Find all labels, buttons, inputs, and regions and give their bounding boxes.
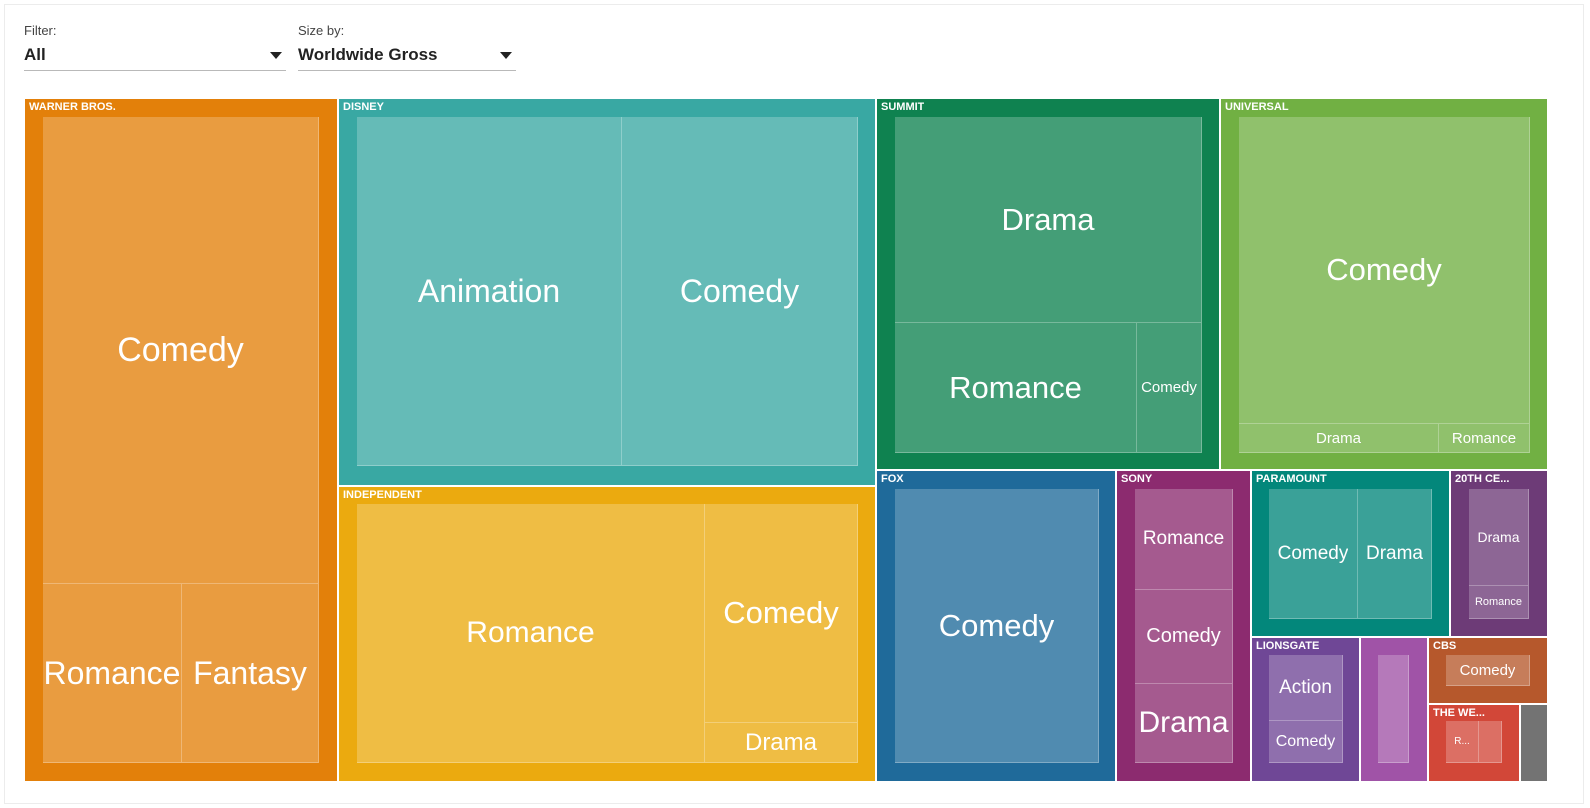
treemap-cell-romance[interactable]: Romance xyxy=(357,504,705,763)
treemap-cell-unlabeled[interactable] xyxy=(1378,655,1409,763)
treemap-cell-label: Drama xyxy=(744,728,817,756)
treemap-cell-comedy[interactable]: Comedy xyxy=(1137,323,1202,453)
treemap-cell-label: Comedy xyxy=(679,272,800,309)
treemap-cell-comedy[interactable]: Comedy xyxy=(1269,721,1343,763)
treemap-cell-label: Romance xyxy=(1451,429,1517,447)
size-by-dropdown[interactable]: Worldwide Gross xyxy=(298,44,516,71)
treemap-cell-comedy[interactable]: Comedy xyxy=(1239,117,1530,424)
treemap-cell-drama[interactable]: Drama xyxy=(1358,489,1432,619)
chevron-down-icon xyxy=(500,52,512,59)
treemap-cell-label: Comedy xyxy=(117,330,244,369)
treemap-cell-romance[interactable]: Romance xyxy=(895,323,1137,453)
filter-label: Filter: xyxy=(24,23,57,38)
treemap-group-label: PARAMOUNT xyxy=(1256,473,1327,485)
treemap-cell-label: Comedy xyxy=(1459,661,1516,679)
treemap-cell-label: Comedy xyxy=(1277,542,1349,564)
treemap-cell-label: Comedy xyxy=(938,607,1055,643)
treemap-group-label: UNIVERSAL xyxy=(1225,101,1289,113)
treemap-cell-romance[interactable]: Romance xyxy=(1135,489,1233,590)
treemap-cell-comedy[interactable]: Comedy xyxy=(43,117,319,584)
treemap-cell-label: Romance xyxy=(43,654,181,691)
treemap-group-label: CBS xyxy=(1433,640,1457,652)
treemap-group-label: WARNER BROS. xyxy=(29,101,116,113)
treemap-group-label: SUMMIT xyxy=(881,101,925,113)
treemap-cell-label: Drama xyxy=(1365,542,1423,564)
treemap-cell-drama[interactable]: Drama xyxy=(895,117,1202,323)
treemap-group-cbs[interactable]: CBS Comedy xyxy=(1428,637,1548,704)
treemap-group-the-we[interactable]: THE WE... R... xyxy=(1428,704,1520,782)
treemap-group-label: DISNEY xyxy=(343,101,384,113)
treemap-group-disney[interactable]: DISNEY Animation Comedy xyxy=(338,98,876,486)
treemap-group-summit[interactable]: SUMMIT Drama Romance Comedy xyxy=(876,98,1220,470)
filter-value: All xyxy=(24,45,46,64)
treemap-cell-r[interactable]: R... xyxy=(1446,721,1479,763)
treemap-cell-action[interactable]: Action xyxy=(1269,655,1343,721)
treemap-cell-label: Romance xyxy=(949,369,1082,405)
treemap-cell-label: Fantasy xyxy=(193,654,307,691)
treemap-cell-animation[interactable]: Animation xyxy=(357,117,622,466)
treemap-cell-romance[interactable]: Romance xyxy=(1439,424,1530,453)
treemap-cell-romance[interactable]: Romance xyxy=(43,584,182,763)
treemap-cell-label: Comedy xyxy=(1146,625,1221,647)
treemap-group-unlabeled[interactable] xyxy=(1520,704,1548,782)
treemap-cell-comedy[interactable]: Comedy xyxy=(1269,489,1358,619)
treemap-group-lionsgate[interactable]: LIONSGATE Action Comedy xyxy=(1251,637,1360,782)
treemap-cell-label: Romance xyxy=(1142,528,1225,549)
treemap-cell-comedy[interactable]: Comedy xyxy=(622,117,858,466)
treemap-group-20th-ce[interactable]: 20TH CE... Drama Romance xyxy=(1450,470,1548,637)
treemap-cell-fantasy[interactable]: Fantasy xyxy=(182,584,319,763)
treemap-cell-label: Drama xyxy=(1477,529,1520,545)
size-by-control: Size by: Worldwide Gross xyxy=(298,22,516,71)
treemap-group-universal[interactable]: UNIVERSAL Comedy Drama Romance xyxy=(1220,98,1548,470)
treemap-cell-label: Drama xyxy=(1315,429,1361,447)
treemap-group-label: LIONSGATE xyxy=(1256,640,1320,652)
treemap-group-unlabeled[interactable] xyxy=(1360,637,1428,782)
treemap-cell-comedy[interactable]: Comedy xyxy=(895,489,1099,763)
treemap-group-independent[interactable]: INDEPENDENT Romance Comedy Drama xyxy=(338,486,876,782)
treemap-cell-label: R... xyxy=(1454,736,1470,747)
treemap-cell-label: Comedy xyxy=(723,595,839,630)
treemap-cell-unlabeled[interactable] xyxy=(1479,721,1502,763)
treemap-group-label: THE WE... xyxy=(1433,707,1485,719)
treemap-cell-romance[interactable]: Romance xyxy=(1469,586,1529,619)
treemap-group-sony[interactable]: SONY Romance Comedy Drama xyxy=(1116,470,1251,782)
treemap-cell-label: Animation xyxy=(417,272,561,309)
treemap-cell-label: Comedy xyxy=(1141,379,1197,396)
treemap-group-label: FOX xyxy=(881,473,904,485)
treemap-group-fox[interactable]: FOX Comedy xyxy=(876,470,1116,782)
size-by-label: Size by: xyxy=(298,23,345,38)
filter-control: Filter: All xyxy=(24,22,286,71)
treemap-cell-drama[interactable]: Drama xyxy=(1469,489,1529,586)
treemap-cell-label: Comedy xyxy=(1275,732,1336,750)
treemap-cell-label: Comedy xyxy=(1326,252,1442,287)
filter-dropdown[interactable]: All xyxy=(24,44,286,71)
treemap-cell-comedy[interactable]: Comedy xyxy=(1446,655,1530,686)
treemap-group-label: 20TH CE... xyxy=(1455,473,1510,485)
treemap-cell-label: Romance xyxy=(1474,596,1523,608)
treemap-cell-label: Action xyxy=(1279,676,1332,698)
size-by-value: Worldwide Gross xyxy=(298,45,438,64)
chevron-down-icon xyxy=(270,52,282,59)
treemap-cell-label: Romance xyxy=(466,616,595,649)
treemap-cell-drama[interactable]: Drama xyxy=(705,723,858,763)
treemap-cell-comedy[interactable]: Comedy xyxy=(1135,590,1233,684)
treemap-cell-drama[interactable]: Drama xyxy=(1135,684,1233,763)
treemap: WARNER BROS. Comedy Romance Fantasy DISNEY An… xyxy=(24,98,1548,782)
treemap-group-label: SONY xyxy=(1121,473,1153,485)
treemap-group-label: INDEPENDENT xyxy=(343,489,422,501)
treemap-cell-drama[interactable]: Drama xyxy=(1239,424,1439,453)
treemap-cell-label: Drama xyxy=(1138,706,1229,739)
treemap-cell-comedy[interactable]: Comedy xyxy=(705,504,858,723)
treemap-group-paramount[interactable]: PARAMOUNT Comedy Drama xyxy=(1251,470,1450,637)
treemap-cell-label: Drama xyxy=(1001,201,1095,237)
treemap-group-warner-bros[interactable]: WARNER BROS. Comedy Romance Fantasy xyxy=(24,98,338,782)
